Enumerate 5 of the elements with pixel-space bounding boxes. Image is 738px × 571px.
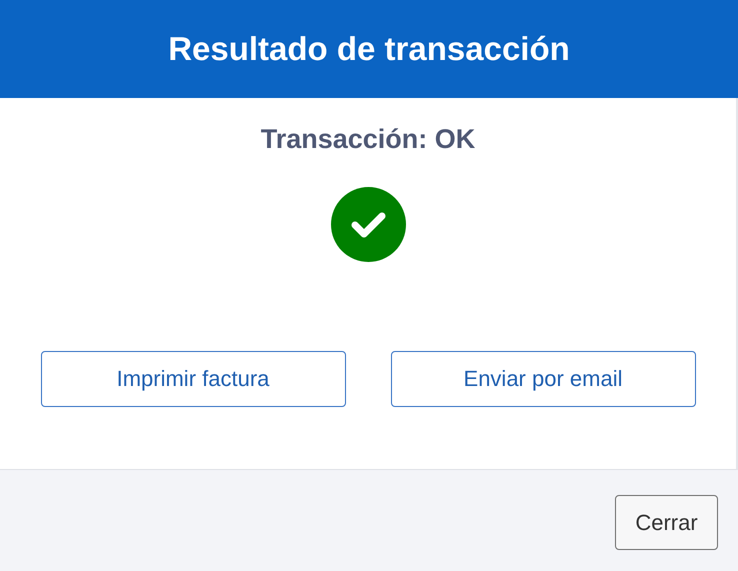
result-message: Transacción: OK <box>260 124 476 155</box>
close-button[interactable]: Cerrar <box>615 495 718 550</box>
dialog-title: Resultado de transacción <box>168 30 570 68</box>
action-button[interactable]: Enviar por email <box>390 351 696 407</box>
action-button[interactable]: Imprimir factura <box>40 351 346 407</box>
